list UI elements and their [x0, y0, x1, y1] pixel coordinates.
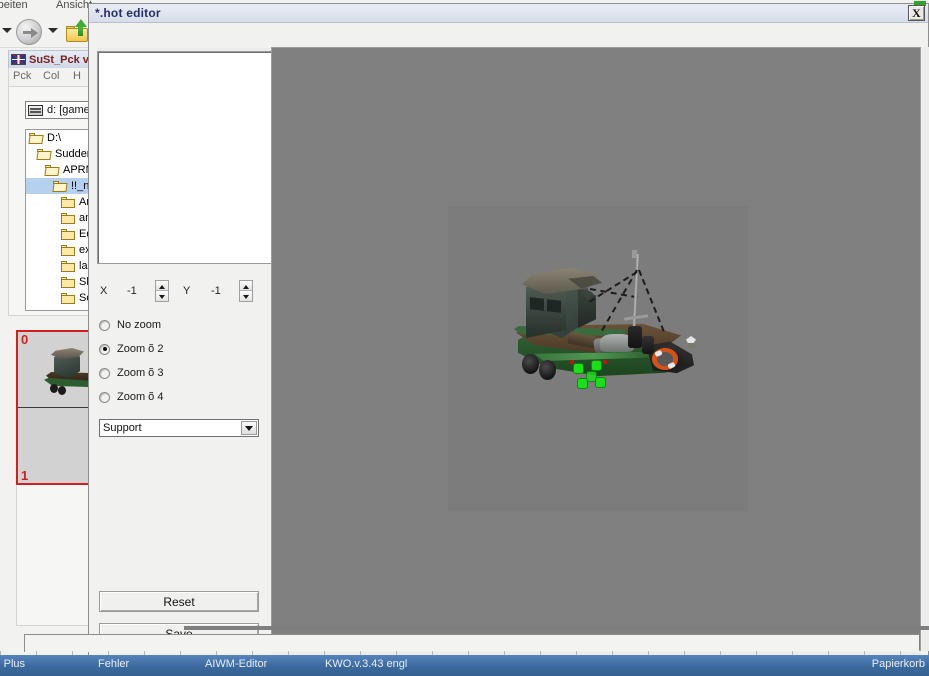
- folder-icon: [60, 276, 76, 288]
- sprite-canvas[interactable]: [271, 47, 921, 651]
- taskbar: ol Plus Fehler AIWM-Editor KWO.v.3.43 en…: [0, 655, 929, 676]
- window-title: *.hot editor: [95, 6, 161, 20]
- folder-open-icon: [28, 132, 44, 144]
- hot-editor-window: *.hot editor X X -1 Y -1 No zoom Zoom õ …: [88, 1, 929, 660]
- zoom-radio-1[interactable]: Zoom õ 2: [99, 337, 275, 361]
- coordinate-row: X -1 Y -1: [97, 280, 275, 304]
- sust-pck-titlebar: SuSt_Pck v: [8, 50, 92, 68]
- taskbar-item-2[interactable]: KWO.v.3.43 engl: [325, 658, 407, 676]
- folder-icon: [60, 196, 76, 208]
- window-bottom-edge: [184, 626, 929, 630]
- sprite-bounding-box: [448, 206, 758, 511]
- hotspot-listbox[interactable]: [97, 51, 275, 264]
- taskbar-item-0[interactable]: Fehler: [98, 658, 129, 676]
- hot-editor-side-panel: X -1 Y -1 No zoom Zoom õ 2 Zoom õ 3 Zoom õ …: [97, 29, 277, 651]
- thumbnail-index: 0: [21, 332, 29, 347]
- folder-icon: [60, 244, 76, 256]
- taskbar-tray-label[interactable]: Papierkorb: [872, 658, 925, 676]
- zoom-radio-3[interactable]: Zoom õ 4: [99, 385, 275, 409]
- menu-item-bearbeiten[interactable]: rbeiten: [0, 0, 28, 11]
- x-value: -1: [127, 285, 137, 297]
- screen-root: rbeiten Ansicht SuSt_Pck v Pck Col H d: …: [0, 0, 929, 676]
- folder-icon: [60, 292, 76, 304]
- radio-icon[interactable]: [99, 391, 110, 403]
- zoom-radio-label: Zoom õ 2: [117, 343, 164, 355]
- hotspot-marker[interactable]: [578, 379, 587, 388]
- y-value: -1: [211, 285, 221, 297]
- canvas-vertical-scrollbar[interactable]: [922, 47, 929, 651]
- hot-editor-titlebar[interactable]: *.hot editor X: [89, 1, 928, 23]
- hotspot-marker[interactable]: [587, 372, 596, 381]
- reset-button[interactable]: Reset: [99, 591, 259, 612]
- stepper-up-icon[interactable]: [156, 281, 168, 291]
- quantity-stepper-x[interactable]: [155, 280, 169, 302]
- folder-icon: [60, 260, 76, 272]
- chevron-down-icon[interactable]: [48, 28, 58, 33]
- stepper-up-icon[interactable]: [240, 281, 252, 291]
- sprite-thumbnail-list[interactable]: 0 1: [16, 330, 98, 485]
- tree-item-label: D:\: [47, 132, 62, 144]
- folder-icon: [60, 212, 76, 224]
- menu-item-pck[interactable]: Pck: [13, 70, 31, 82]
- zoom-radio-0[interactable]: No zoom: [99, 313, 275, 337]
- quantity-stepper-y[interactable]: [239, 280, 253, 302]
- taskbar-item-1[interactable]: AIWM-Editor: [205, 658, 267, 676]
- drive-icon: [28, 104, 43, 116]
- radio-icon[interactable]: [99, 367, 110, 379]
- forward-arrow-icon[interactable]: [16, 19, 42, 45]
- hotspot-marker[interactable]: [596, 378, 605, 387]
- menu-item-ansicht[interactable]: Ansicht: [56, 0, 92, 11]
- menu-item-help[interactable]: H: [73, 70, 81, 82]
- up-folder-icon[interactable]: [66, 19, 90, 42]
- zoom-radio-label: Zoom õ 3: [117, 367, 164, 379]
- category-select[interactable]: Support: [99, 419, 259, 437]
- zoom-radio-group[interactable]: No zoom Zoom õ 2 Zoom õ 3 Zoom õ 4: [99, 313, 275, 409]
- radio-icon[interactable]: [99, 343, 110, 355]
- status-bar: [24, 634, 919, 652]
- chevron-down-icon[interactable]: [241, 421, 257, 435]
- hotspot-marker[interactable]: [592, 361, 601, 370]
- zoom-radio-label: No zoom: [117, 319, 162, 331]
- hot-editor-body: X -1 Y -1 No zoom Zoom õ 2 Zoom õ 3 Zoom õ …: [89, 23, 929, 660]
- uk-flag-icon: [11, 54, 26, 65]
- y-label: Y: [183, 285, 191, 297]
- stepper-down-icon[interactable]: [240, 291, 252, 301]
- folder-open-icon: [52, 180, 68, 192]
- start-button[interactable]: ol Plus: [0, 658, 25, 676]
- fishing-trawler-sprite: [508, 248, 758, 438]
- folder-open-icon: [36, 148, 52, 160]
- list-item[interactable]: 0: [18, 332, 98, 408]
- list-item[interactable]: 1: [18, 408, 90, 484]
- hotspot-marker[interactable]: [574, 364, 583, 373]
- zoom-radio-2[interactable]: Zoom õ 3: [99, 361, 275, 385]
- radio-icon[interactable]: [99, 319, 110, 331]
- folder-icon: [60, 228, 76, 240]
- chevron-down-icon[interactable]: [2, 28, 12, 33]
- drive-select-value: d: [game: [47, 104, 90, 116]
- left-panel-filler: [16, 486, 92, 626]
- close-icon[interactable]: X: [908, 5, 925, 21]
- folder-open-icon: [44, 164, 60, 176]
- stepper-down-icon[interactable]: [156, 291, 168, 301]
- sust-pck-menubar: Pck Col H: [8, 68, 92, 86]
- category-select-value: Support: [103, 422, 142, 434]
- x-label: X: [100, 285, 108, 297]
- sust-pck-body: d: [game D:\SuddenAPRM!!_neuAnimaanimaEd…: [8, 86, 105, 316]
- menu-item-col[interactable]: Col: [43, 70, 60, 82]
- zoom-radio-label: Zoom õ 4: [117, 391, 164, 403]
- thumbnail-index: 1: [21, 468, 29, 483]
- sust-pck-title: SuSt_Pck v: [29, 53, 89, 66]
